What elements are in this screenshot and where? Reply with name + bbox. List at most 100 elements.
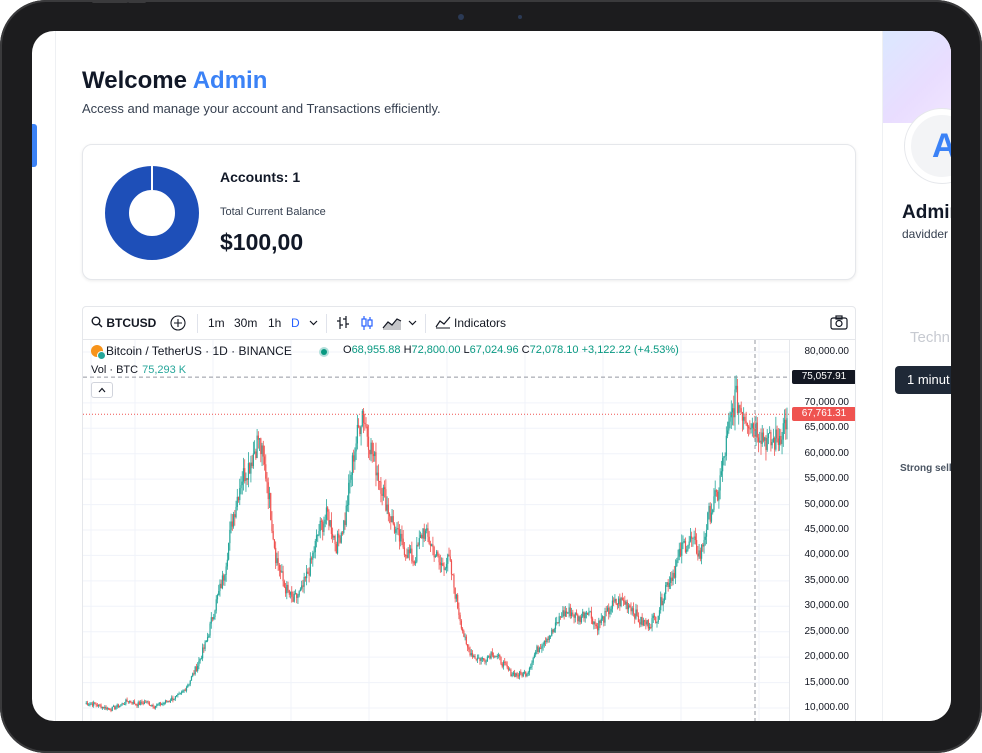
candle-body — [93, 702, 95, 706]
candle-body — [348, 482, 350, 505]
candle-body — [153, 707, 155, 709]
candle-body — [317, 535, 319, 537]
candle-body — [640, 616, 642, 625]
indicators-icon — [435, 316, 451, 329]
candle-body — [396, 528, 398, 530]
bar-style-button[interactable] — [336, 307, 350, 340]
candle-body — [194, 666, 196, 675]
candle-body — [388, 514, 391, 517]
candle-body — [471, 653, 474, 658]
candle-body — [561, 616, 563, 618]
volume-value: 75,293 K — [142, 364, 187, 376]
candle-body — [501, 663, 503, 667]
welcome-user-name: Admin — [192, 67, 268, 94]
candle-body — [692, 537, 694, 539]
bars-icon — [337, 316, 349, 329]
candle-body — [397, 528, 399, 530]
candle-body — [419, 535, 422, 539]
candle-body — [168, 701, 170, 703]
candle-body — [106, 707, 108, 710]
candle-body — [360, 425, 362, 434]
candle-body — [333, 536, 335, 538]
candle-body — [178, 693, 180, 695]
candle-body — [365, 424, 367, 427]
candle-body — [671, 577, 673, 582]
candle-body — [443, 565, 445, 570]
candle-body — [592, 618, 594, 625]
candle-body — [200, 658, 202, 660]
analysis-interval-button[interactable]: 1 minut — [895, 366, 951, 394]
candle-body — [738, 405, 740, 414]
candle-body — [642, 620, 644, 626]
interval-1h[interactable]: 1h — [268, 307, 281, 340]
candle-body — [147, 701, 149, 703]
candle-body — [605, 611, 607, 613]
candle-body — [140, 701, 142, 705]
compare-symbol-button[interactable] — [170, 307, 186, 340]
area-style-button[interactable] — [382, 307, 402, 340]
price-plot-area[interactable] — [83, 340, 856, 721]
candle-body — [210, 617, 212, 624]
candle-body — [232, 514, 235, 527]
candle-body — [616, 604, 618, 606]
candle-body — [287, 584, 289, 591]
left-sidebar — [32, 31, 56, 721]
candle-body — [566, 611, 568, 614]
candle-body — [603, 616, 605, 623]
price-axis[interactable]: 80,000.00 70,000.00 65,000.00 60,000.00 55,0… — [789, 340, 855, 721]
candle-body — [636, 609, 638, 616]
price-tick-label: 50,000.00 — [804, 498, 850, 510]
candle-body — [272, 530, 274, 540]
candle-body — [710, 512, 713, 522]
active-nav-indicator[interactable] — [32, 124, 37, 167]
candle-body — [183, 689, 185, 691]
candle-body — [403, 547, 406, 556]
indicators-button[interactable]: Indicators — [435, 307, 506, 340]
interval-1m[interactable]: 1m — [208, 307, 225, 340]
camera-icon — [458, 14, 464, 20]
candle-body — [689, 536, 692, 542]
interval-dropdown[interactable] — [309, 307, 318, 340]
candle-body — [736, 385, 739, 414]
candle-body — [438, 555, 440, 563]
page-title: Welcome Admin — [82, 67, 267, 95]
interval-30m[interactable]: 30m — [234, 307, 257, 340]
candle-body — [615, 598, 617, 605]
candle-body — [246, 478, 248, 480]
candle-body — [402, 538, 404, 548]
candle-body — [308, 573, 310, 576]
candle-body — [301, 585, 303, 589]
candle-body — [148, 702, 150, 706]
candle-body — [759, 440, 761, 442]
candle-body — [216, 595, 219, 600]
candle-body — [297, 595, 299, 598]
candle-body — [609, 611, 611, 615]
candle-body — [686, 549, 688, 553]
candle-body — [775, 429, 777, 450]
symbol-search[interactable]: BTCUSD — [91, 307, 156, 340]
candle-body — [527, 672, 529, 675]
candle-body — [407, 549, 409, 558]
symbol-label: BTCUSD — [106, 316, 157, 330]
candle-body — [522, 672, 524, 677]
candle-body — [627, 605, 630, 610]
candle-body — [684, 541, 687, 553]
candle-body — [478, 657, 480, 659]
interval-1d[interactable]: D — [291, 307, 300, 340]
chart-type-dropdown[interactable] — [408, 307, 417, 340]
candle-body — [731, 408, 734, 413]
profile-panel: A Admin davidder Techn 1 minut Strong se… — [882, 31, 951, 721]
candle-body — [515, 673, 517, 677]
candle-body — [169, 700, 172, 702]
collapse-legend-button[interactable] — [91, 382, 113, 398]
candle-body — [651, 618, 653, 628]
snapshot-button[interactable] — [830, 307, 848, 340]
candle-body — [220, 583, 222, 589]
candle-body — [552, 629, 554, 633]
candle-body — [660, 597, 662, 611]
candle-body — [209, 623, 211, 636]
candle-body — [327, 507, 329, 512]
candle-body — [453, 574, 455, 588]
candle-body — [265, 464, 267, 479]
candles-style-button[interactable] — [360, 307, 374, 340]
